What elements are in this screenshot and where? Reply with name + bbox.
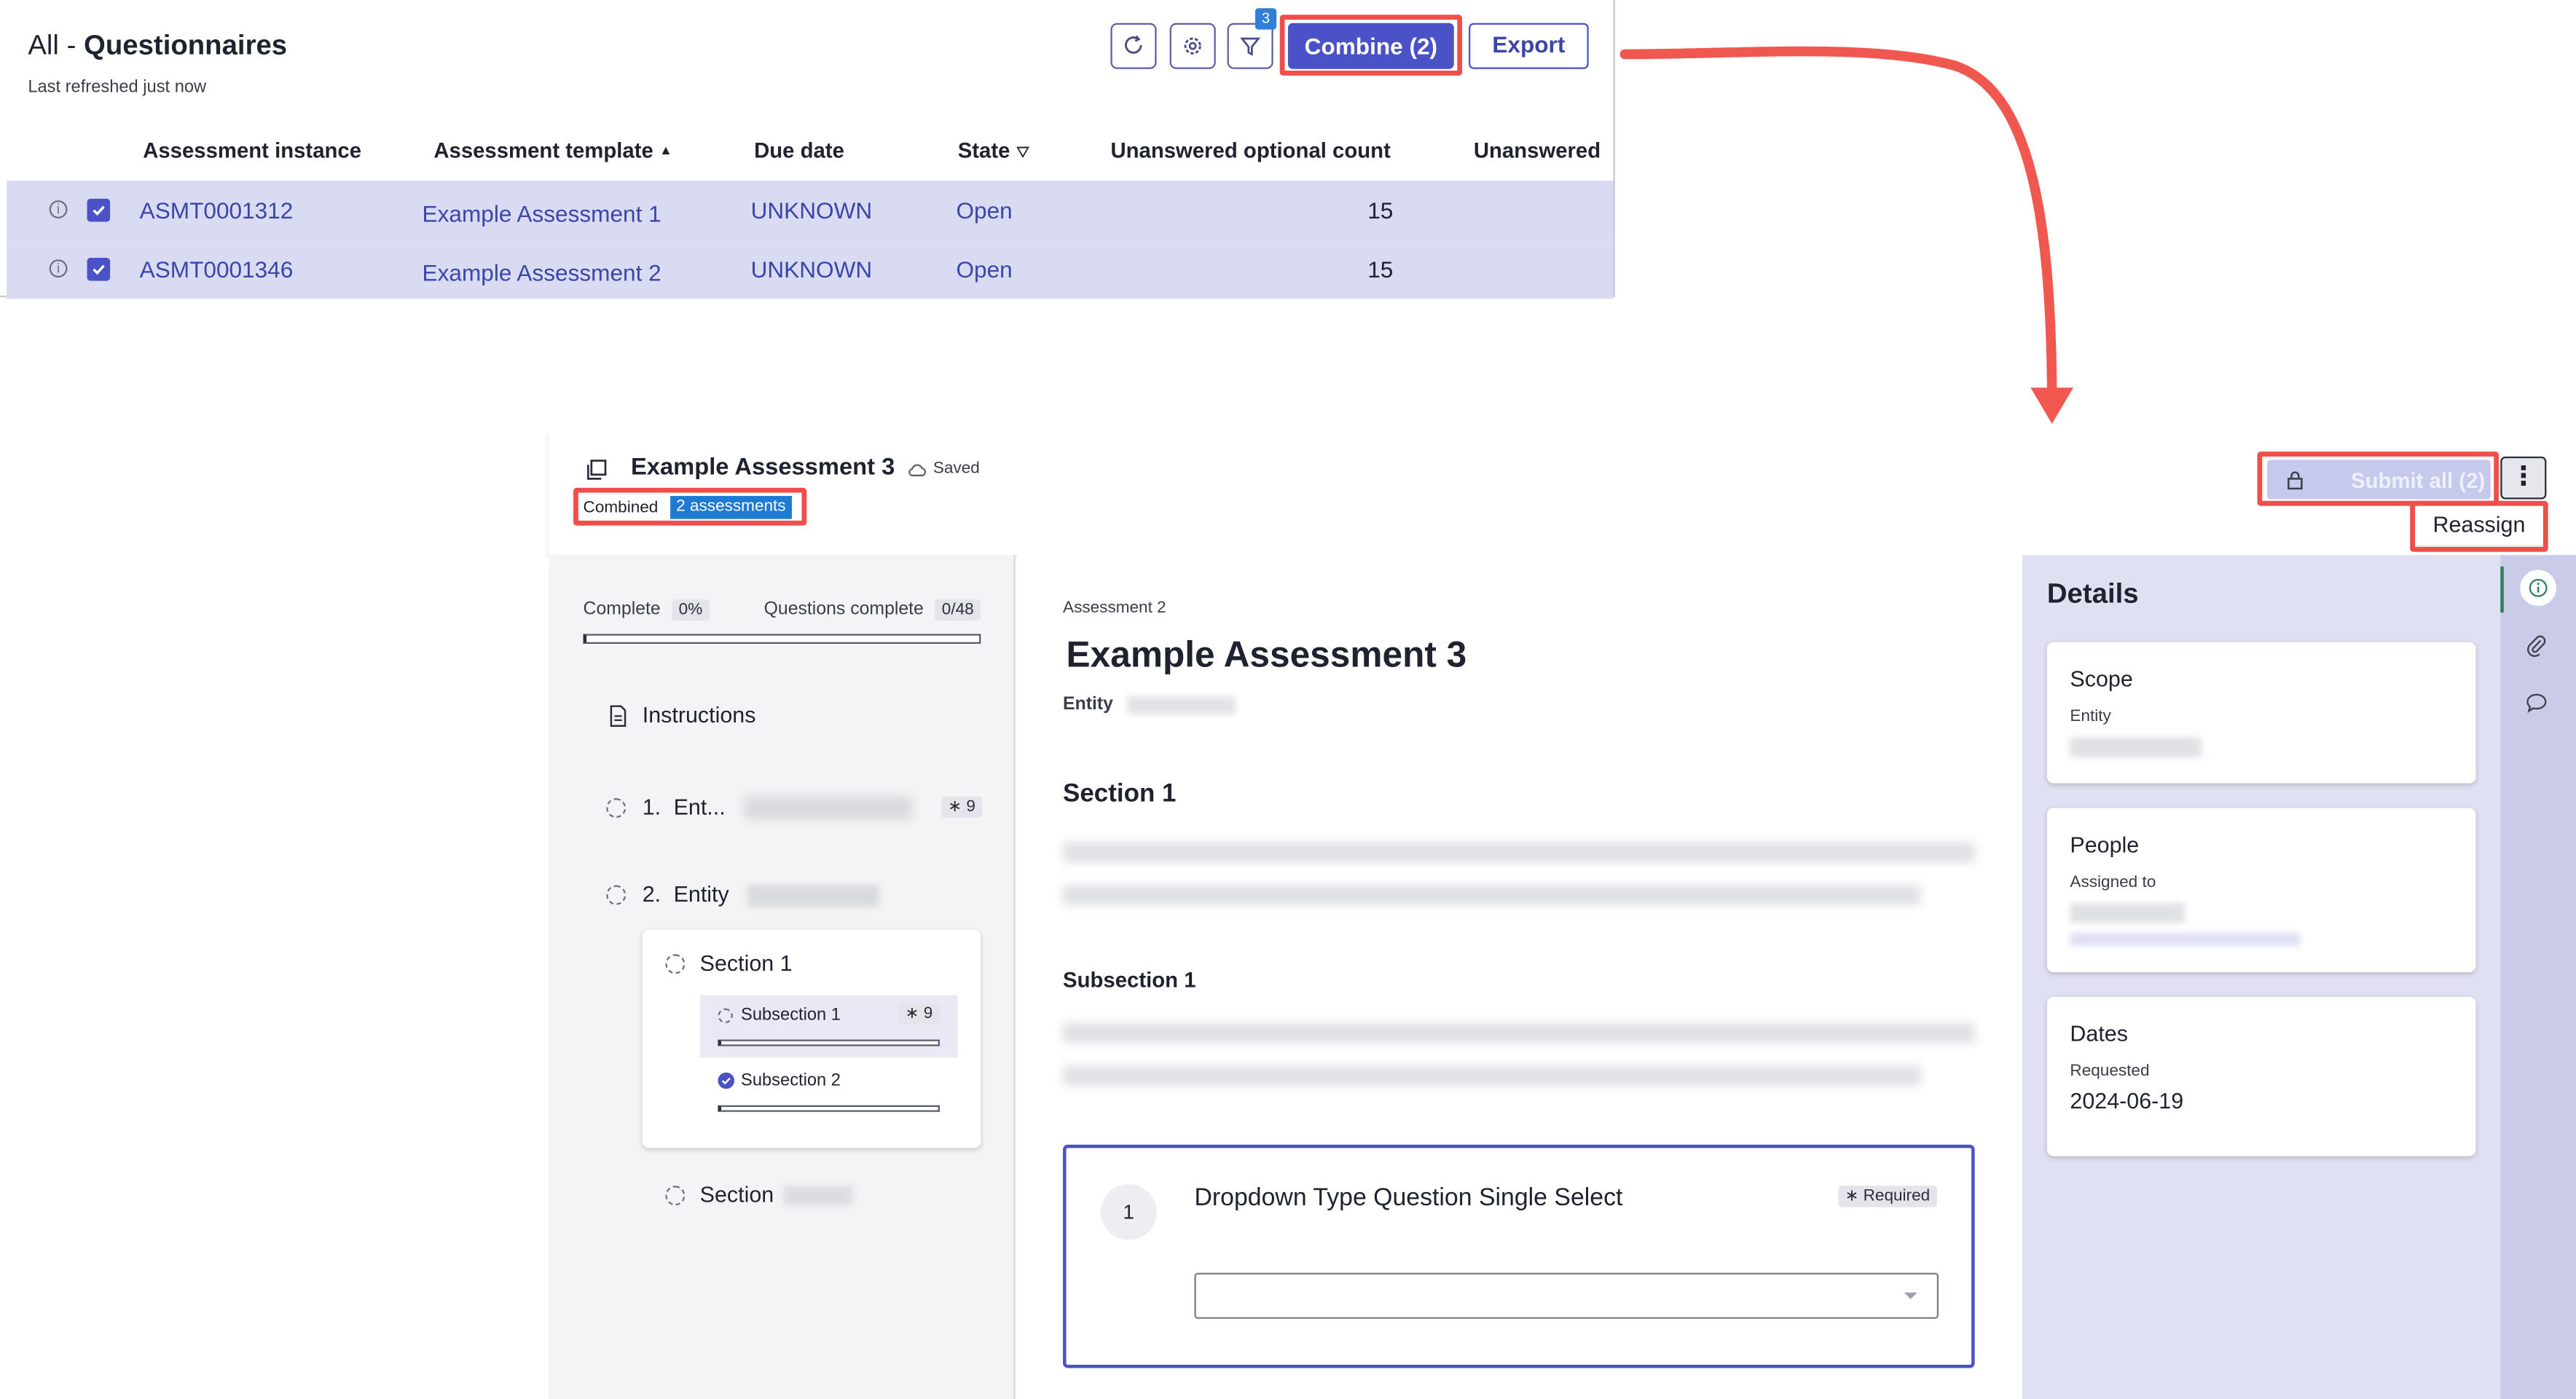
subsection-2-progress-bar <box>718 1105 940 1112</box>
nav-subsection-1-label: Subsection 1 <box>741 1005 841 1025</box>
nav-section-1[interactable]: Section 1 <box>665 950 793 976</box>
copy-icon <box>586 460 607 480</box>
section-nav-card: Section 1 Subsection 1 ∗ 9 Subsection 2 <box>642 929 981 1148</box>
nav-subsection-2-label: Subsection 2 <box>741 1071 841 1091</box>
combined-highlight <box>573 487 807 526</box>
complete-label: Complete 0% <box>584 599 710 621</box>
nav-item-2-number: 2. <box>642 881 661 907</box>
question-card: 1 Dropdown Type Question Single Select ∗… <box>1063 1144 1975 1368</box>
subsection-heading: Subsection 1 <box>1063 967 1196 993</box>
main-entity-label: Entity <box>1063 694 1113 714</box>
nav-item-1[interactable]: 1. Ent... ∗ 9 <box>606 793 984 823</box>
assessment-title: Example Assessment 3 <box>630 454 895 481</box>
people-title: People <box>2070 832 2140 858</box>
question-number: 1 <box>1100 1183 1157 1240</box>
question-text: Dropdown Type Question Single Select <box>1194 1183 1623 1213</box>
answer-dropdown[interactable] <box>1194 1272 1939 1319</box>
scope-label: Entity <box>2070 707 2111 726</box>
nav-subsection-1-badge: ∗ 9 <box>898 1003 940 1025</box>
main-content: Assessment 2 Example Assessment 3 Entity… <box>1016 555 2023 1399</box>
nav-section-other-blurred <box>783 1185 853 1205</box>
people-label: Assigned to <box>2070 873 2156 892</box>
subsection-1-progress-bar <box>718 1039 940 1047</box>
section-description-blurred <box>1063 842 1975 905</box>
nav-section-1-label: Section 1 <box>699 950 793 976</box>
comments-tab[interactable] <box>2525 691 2551 717</box>
scope-card: Scope Entity <box>2046 642 2476 784</box>
icon-rail <box>2500 555 2576 1399</box>
incomplete-status-icon <box>665 1185 686 1205</box>
dates-value: 2024-06-19 <box>2070 1089 2184 1114</box>
nav-section-other-label: Section <box>699 1182 774 1207</box>
submit-all-highlight <box>2257 452 2500 506</box>
main-heading: Example Assessment 3 <box>1066 634 1467 675</box>
dates-label: Requested <box>2070 1063 2150 1081</box>
assessment-header: Example Assessment 3 Saved Combined 2 as… <box>549 430 2576 556</box>
main-breadcrumb: Assessment 2 <box>1063 599 1166 618</box>
complete-badge: 0% <box>672 599 710 621</box>
incomplete-status-icon <box>606 797 627 819</box>
complete-status-icon <box>718 1072 735 1089</box>
document-icon <box>610 704 627 726</box>
main-entity-blurred <box>1126 695 1235 714</box>
cloud-saved-icon <box>908 464 927 476</box>
nav-subsection-1[interactable]: Subsection 1 ∗ 9 <box>699 995 958 1058</box>
rail-active-indicator <box>2500 567 2504 613</box>
nav-item-1-label: Ent... <box>673 795 726 820</box>
nav-instructions-label: Instructions <box>642 703 756 728</box>
saved-status: Saved <box>932 460 980 478</box>
combined-assessment-panel: Example Assessment 3 Saved Combined 2 as… <box>549 430 2576 1399</box>
overall-progress-bar <box>583 634 981 644</box>
nav-item-2-blurred <box>747 885 879 907</box>
main-entity-row: Entity <box>1063 695 1235 714</box>
info-icon <box>2529 578 2548 597</box>
paperclip-icon <box>2527 635 2546 657</box>
info-tab[interactable] <box>2520 570 2556 607</box>
subsection-description-blurred <box>1063 1022 1975 1086</box>
people-card: People Assigned to <box>2046 808 2476 973</box>
required-badge: ∗ Required <box>1838 1186 1937 1207</box>
questions-complete-label: Questions complete 0/48 <box>764 599 981 621</box>
questions-complete-badge: 0/48 <box>935 599 981 621</box>
nav-item-1-blurred <box>744 796 912 820</box>
dates-card: Dates Requested 2024-06-19 <box>2046 996 2476 1156</box>
scope-value-blurred <box>2070 737 2202 757</box>
chevron-down-icon <box>1904 1292 1917 1299</box>
nav-item-1-number: 1. <box>642 795 661 820</box>
nav-instructions[interactable]: Instructions <box>608 703 755 728</box>
reassign-highlight <box>2410 500 2548 552</box>
incomplete-status-icon <box>665 953 686 974</box>
scope-title: Scope <box>2070 666 2133 692</box>
details-sidebar: Details Scope Entity People Assigned to … <box>2022 555 2501 1399</box>
incomplete-status-icon <box>718 1008 733 1023</box>
nav-item-2[interactable]: 2. Entity <box>606 880 984 910</box>
more-actions-button[interactable]: ⋮ <box>2500 456 2547 500</box>
nav-item-2-label: Entity <box>673 881 729 907</box>
people-email-blurred <box>2070 932 2301 946</box>
comment-icon <box>2526 693 2547 714</box>
nav-item-1-badge: ∗ 9 <box>941 796 982 819</box>
section-heading: Section 1 <box>1063 780 1177 808</box>
nav-section-other[interactable]: Section <box>665 1182 853 1207</box>
details-title: Details <box>2046 578 2139 610</box>
incomplete-status-icon <box>606 885 627 905</box>
left-navigation: Complete 0% Questions complete 0/48 Inst… <box>549 555 1016 1399</box>
people-value-blurred <box>2070 903 2186 923</box>
attachments-tab[interactable] <box>2525 634 2551 660</box>
dates-title: Dates <box>2070 1021 2128 1047</box>
nav-subsection-2[interactable]: Subsection 2 <box>700 1066 958 1119</box>
